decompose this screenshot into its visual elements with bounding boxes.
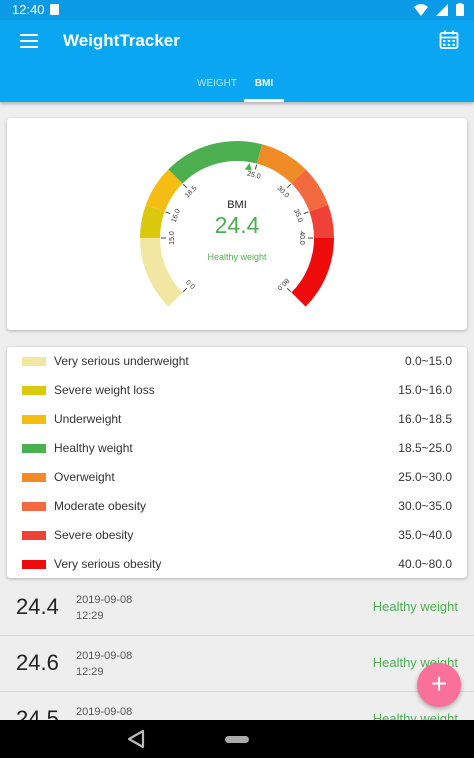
home-icon[interactable] <box>225 736 249 743</box>
history-list: 24.4 2019-09-08 12:29 Healthy weight 24.6… <box>0 580 474 720</box>
legend-row: Severe obesity 35.0~40.0 <box>7 521 467 550</box>
add-entry-button[interactable]: + <box>417 663 461 707</box>
history-date: 2019-09-08 <box>76 706 133 718</box>
tab-bar: WEIGHT BMI <box>0 76 474 102</box>
gauge-tick-label: 16.0 <box>171 208 182 223</box>
legend-swatch <box>22 415 46 424</box>
gauge-tick-label: 15.0 <box>169 231 176 245</box>
gauge-tick-label: 0.0 <box>185 278 197 290</box>
legend-label: Underweight <box>54 412 122 426</box>
history-time: 12:29 <box>76 666 104 678</box>
menu-icon[interactable] <box>20 34 38 48</box>
legend-label: Very serious underweight <box>54 354 189 368</box>
legend-range: 0.0~15.0 <box>404 354 452 368</box>
gauge-label: BMI <box>227 199 247 211</box>
app-title: WeightTracker <box>63 31 180 50</box>
back-icon[interactable] <box>126 729 146 749</box>
gauge-tick <box>254 164 258 170</box>
gauge-tick <box>182 183 188 189</box>
wifi-icon <box>414 3 428 16</box>
legend-row: Very serious underweight 0.0~15.0 <box>7 347 467 376</box>
gauge-tick <box>286 183 292 189</box>
legend-label: Severe obesity <box>54 528 134 542</box>
legend-row: Very serious obesity 40.0~80.0 <box>7 550 467 579</box>
history-bmi: 24.6 <box>16 650 59 675</box>
app-bar: WeightTracker WEIGHT BMI <box>0 20 474 102</box>
signal-icon <box>436 3 448 16</box>
history-datetime: 2019-09-08 <box>76 704 132 720</box>
gauge-segment <box>309 204 334 239</box>
legend-range: 15.0~16.0 <box>398 383 452 397</box>
tab-indicator <box>244 99 284 102</box>
bmi-gauge-card: BMI 24.4 Healthy weight 0.0 15.0 16.0 18.5 2… <box>7 118 467 330</box>
history-bmi: 24.5 <box>16 706 59 720</box>
legend-row: Severe weight loss 15.0~16.0 <box>7 376 467 405</box>
legend-swatch <box>22 502 46 511</box>
status-time: 12:40 <box>12 2 45 17</box>
history-date: 2019-09-08 <box>76 594 133 606</box>
gauge-value: 24.4 <box>215 212 260 238</box>
legend-range: 40.0~80.0 <box>398 557 452 571</box>
legend-swatch <box>22 531 46 540</box>
history-time: 12:29 <box>76 610 104 622</box>
gauge-tick-label: 35.0 <box>292 208 303 223</box>
legend-label: Very serious obesity <box>54 557 162 571</box>
history-datetime: 2019-09-08 12:29 <box>76 648 132 680</box>
gauge-segment <box>256 144 306 184</box>
legend-label: Moderate obesity <box>54 499 147 513</box>
bmi-legend: Very serious underweight 0.0~15.0 Severe… <box>7 347 467 578</box>
legend-range: 35.0~40.0 <box>398 528 452 542</box>
legend-swatch <box>22 386 46 395</box>
system-nav-bar <box>0 720 474 758</box>
history-bmi: 24.4 <box>16 594 59 619</box>
legend-row: Underweight 16.0~18.5 <box>7 405 467 434</box>
tab-weight[interactable]: WEIGHT <box>196 78 238 89</box>
history-row[interactable]: 24.5 2019-09-08 Healthy weight <box>0 692 474 720</box>
gauge-pointer <box>244 163 252 171</box>
gauge-segment <box>145 169 183 213</box>
bmi-gauge: BMI 24.4 Healthy weight 0.015.016.018.52… <box>140 141 334 307</box>
gauge-tick <box>286 287 292 293</box>
legend-range: 30.0~35.0 <box>398 499 452 513</box>
history-row[interactable]: 24.6 2019-09-08 12:29 Healthy weight <box>0 636 474 692</box>
legend-label: Overweight <box>54 470 115 484</box>
history-status: Healthy weight <box>372 711 458 720</box>
gauge-tick <box>303 211 309 215</box>
gauge-segment <box>140 204 165 239</box>
legend-row: Healthy weight 18.5~25.0 <box>7 434 467 463</box>
gauge-tick <box>165 211 171 215</box>
battery-icon <box>456 3 464 16</box>
gauge-tick-label: 40.0 <box>298 231 305 245</box>
legend-swatch <box>22 560 46 569</box>
gauge-segment <box>291 169 329 213</box>
gauge-segment <box>140 237 183 307</box>
calendar-icon[interactable] <box>439 30 459 50</box>
history-row[interactable]: 24.4 2019-09-08 12:29 Healthy weight <box>0 580 474 636</box>
legend-swatch <box>22 444 46 453</box>
legend-label: Severe weight loss <box>54 383 155 397</box>
legend-range: 18.5~25.0 <box>398 441 452 455</box>
history-date: 2019-09-08 <box>76 650 133 662</box>
gauge-category: Healthy weight <box>207 252 267 262</box>
history-status: Healthy weight <box>372 599 458 614</box>
legend-swatch <box>22 357 46 366</box>
status-bar: 12:40 <box>0 0 474 20</box>
history-datetime: 2019-09-08 12:29 <box>76 592 132 624</box>
gauge-tick-label: 25.0 <box>246 170 261 180</box>
legend-label: Healthy weight <box>54 441 133 455</box>
legend-range: 16.0~18.5 <box>398 412 452 426</box>
legend-row: Overweight 25.0~30.0 <box>7 463 467 492</box>
legend-row: Moderate obesity 30.0~35.0 <box>7 492 467 521</box>
legend-range: 25.0~30.0 <box>398 470 452 484</box>
gauge-segment <box>291 237 334 307</box>
legend-swatch <box>22 473 46 482</box>
plus-icon: + <box>430 668 448 699</box>
gauge-tick <box>182 287 188 293</box>
tab-bmi[interactable]: BMI <box>244 78 284 89</box>
sim-icon <box>50 4 59 15</box>
